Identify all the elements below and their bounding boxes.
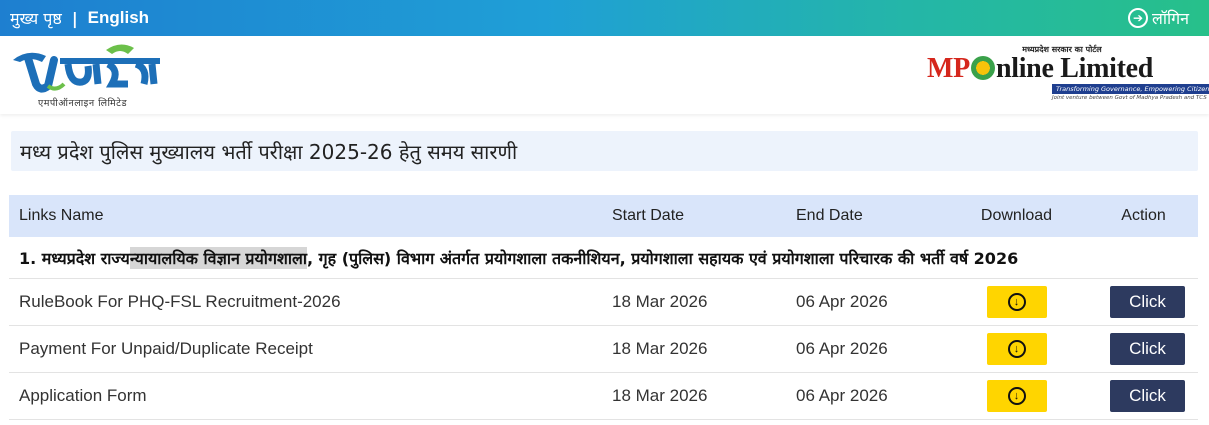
section-prefix: 1. मध्यप्रदेश राज्य [19, 248, 130, 268]
header-start-date: Start Date [612, 207, 685, 224]
chayan-logo[interactable]: एमपीऑनलाइन लिमिटेड [8, 40, 168, 110]
mponline-joint-venture: Joint venture between Govt of Madhya Pra… [1052, 95, 1207, 101]
mponline-emblem-icon [970, 56, 995, 80]
section-suffix: , गृह (पुलिस) विभाग अंतर्गत प्रयोगशाला त… [306, 248, 1019, 268]
mponline-name-rest: nline Limited [995, 53, 1154, 84]
mponline-name-mp: MP [927, 53, 970, 84]
download-circle-icon: ↓ [1007, 293, 1026, 311]
click-button[interactable]: Click [1110, 333, 1185, 365]
header-download: Download [980, 207, 1053, 224]
separator: | [71, 8, 78, 28]
table-row: Payment For Unpaid/Duplicate Receipt 18 … [9, 326, 1198, 373]
mponline-slogan: Transforming Governance, Empowering Citi… [1052, 84, 1209, 94]
login-label: लॉगिन [1151, 9, 1189, 28]
table-header: Links Name Start Date End Date Download … [9, 195, 1198, 237]
click-button[interactable]: Click [1110, 286, 1185, 318]
row-download-cell: ↓ [944, 380, 1089, 412]
english-link[interactable]: English [88, 8, 149, 28]
home-link[interactable]: मुख्य पृष्ठ [10, 7, 62, 29]
row-start-date: 18 Mar 2026 [612, 339, 708, 358]
row-end-date: 06 Apr 2026 [796, 339, 888, 358]
site-header: एमपीऑनलाइन लिमिटेड मध्यप्रदेश सरकार का प… [0, 36, 1209, 114]
page-title: मध्य प्रदेश पुलिस मुख्यालय भर्ती परीक्षा… [11, 131, 1198, 171]
top-bar-links: मुख्य पृष्ठ | English [10, 7, 149, 29]
table-row: RuleBook For PHQ-FSL Recruitment-2026 18… [9, 279, 1198, 326]
header-links-name: Links Name [19, 207, 104, 224]
section-highlight: न्यायालयिक विज्ञान प्रयोगशाला [129, 246, 307, 269]
row-start-date: 18 Mar 2026 [612, 386, 708, 405]
header-end-date: End Date [796, 207, 863, 224]
login-link[interactable]: ➔ लॉगिन [1127, 7, 1189, 29]
row-link-name: Payment For Unpaid/Duplicate Receipt [19, 339, 313, 358]
row-action-cell: Click [1089, 380, 1198, 412]
download-circle-icon: ↓ [1007, 340, 1026, 358]
row-action-cell: Click [1089, 286, 1198, 318]
download-button[interactable]: ↓ [986, 333, 1047, 365]
section-heading: 1. मध्यप्रदेश राज्य न्यायालयिक विज्ञान प… [9, 237, 1198, 279]
row-download-cell: ↓ [944, 286, 1089, 318]
row-start-date: 18 Mar 2026 [612, 292, 708, 311]
download-button[interactable]: ↓ [986, 286, 1047, 318]
row-end-date: 06 Apr 2026 [796, 292, 888, 311]
row-end-date: 06 Apr 2026 [796, 386, 888, 405]
click-button[interactable]: Click [1110, 380, 1185, 412]
table-row: Application Form 18 Mar 2026 06 Apr 2026… [9, 373, 1198, 420]
top-bar: मुख्य पृष्ठ | English ➔ लॉगिन [0, 0, 1209, 36]
mponline-name: MP nline Limited [927, 53, 1153, 85]
chayan-subtitle: एमपीऑनलाइन लिमिटेड [38, 98, 128, 109]
row-action-cell: Click [1089, 333, 1198, 365]
mponline-logo[interactable]: मध्यप्रदेश सरकार का पोर्टल MP nline Limit… [927, 44, 1209, 106]
row-link-name: Application Form [19, 386, 147, 405]
schedule-table: Links Name Start Date End Date Download … [9, 195, 1198, 420]
row-download-cell: ↓ [944, 333, 1089, 365]
download-button[interactable]: ↓ [986, 380, 1047, 412]
row-link-name: RuleBook For PHQ-FSL Recruitment-2026 [19, 292, 341, 311]
login-arrow-icon: ➔ [1127, 8, 1148, 28]
header-action: Action [1121, 207, 1166, 224]
chayan-logo-mark [13, 44, 160, 93]
download-circle-icon: ↓ [1007, 387, 1026, 405]
